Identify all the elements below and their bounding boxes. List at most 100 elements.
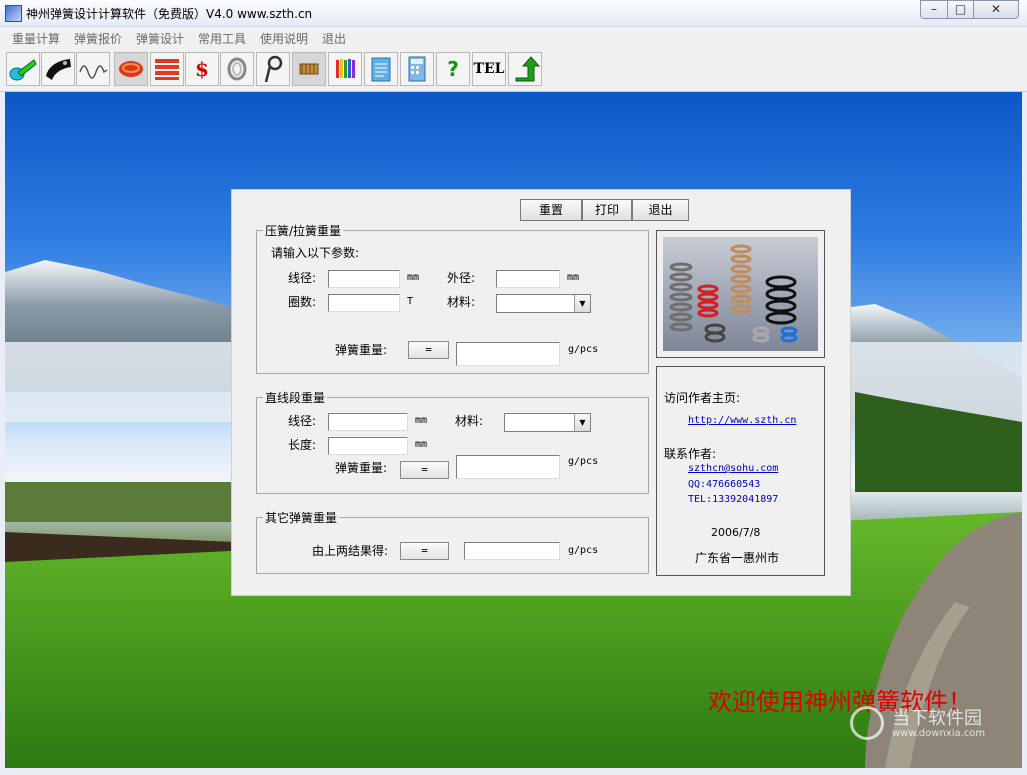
length-unit: mm xyxy=(415,439,428,450)
wire-diameter-input[interactable] xyxy=(328,270,400,288)
spring-weight-unit-2: g/pcs xyxy=(568,456,599,467)
material-label-2: 材料: xyxy=(455,414,484,428)
red-stack-button[interactable] xyxy=(150,52,184,86)
red-stack-icon xyxy=(155,59,179,80)
watermark-brand: 当下软件园 xyxy=(892,708,982,729)
group1-legend: 压簧/拉簧重量 xyxy=(265,224,342,238)
exit-dialog-button[interactable]: 退出 xyxy=(632,199,689,221)
weight-calc-panel: 重置 打印 退出 压簧/拉簧重量 请输入以下参数: 线径: mm 外径: mm … xyxy=(231,189,851,596)
compression-spring-button[interactable] xyxy=(6,52,40,86)
exit-button[interactable] xyxy=(508,52,542,86)
spring-weight-label: 弹簧重量: xyxy=(335,343,388,357)
minimize-button[interactable]: – xyxy=(920,0,948,19)
menu-exit[interactable]: 退出 xyxy=(322,30,346,47)
spring-settings-icon xyxy=(299,63,319,75)
group3-legend: 其它弹簧重量 xyxy=(265,511,338,525)
homepage-label: 访问作者主页: xyxy=(664,391,741,405)
wire-button[interactable] xyxy=(220,52,254,86)
maximize-button[interactable]: □ xyxy=(947,0,974,19)
watermark-url: www.downxia.com xyxy=(892,728,986,739)
red-coil-button[interactable] xyxy=(114,52,148,86)
chevron-down-icon: ▼ xyxy=(574,295,590,312)
calculator-icon xyxy=(408,56,426,82)
calc-total-button[interactable]: = xyxy=(400,542,449,560)
combined-result-label: 由上两结果得: xyxy=(312,544,389,558)
menu-weight-calc[interactable]: 重量计算 xyxy=(12,30,60,47)
spring-settings-button[interactable] xyxy=(292,52,326,86)
torsion-spring-icon xyxy=(264,55,283,83)
reset-button[interactable]: 重置 xyxy=(520,199,582,221)
material-select[interactable]: ▼ xyxy=(496,294,591,313)
wire-diameter-unit-2: mm xyxy=(415,415,428,426)
torsion-spring-button[interactable] xyxy=(256,52,290,86)
calc-weight-button[interactable]: = xyxy=(408,341,449,359)
springs-photo xyxy=(663,237,818,351)
material-select-2[interactable]: ▼ xyxy=(504,413,591,432)
coils-unit: T xyxy=(407,296,414,307)
close-button[interactable]: ✕ xyxy=(973,0,1019,19)
coils-label: 圈数: xyxy=(288,295,317,309)
help-icon: ? xyxy=(447,57,459,81)
help-button[interactable]: ? xyxy=(436,52,470,86)
contact-label: 联系作者: xyxy=(664,447,717,461)
release-date: 2006/7/8 xyxy=(711,526,761,539)
outer-diameter-input[interactable] xyxy=(496,270,560,288)
spring-weight-unit: g/pcs xyxy=(568,344,599,355)
price-button[interactable]: $ xyxy=(185,52,219,86)
outer-diameter-label: 外径: xyxy=(447,271,476,285)
toolbar: $ ? TEL xyxy=(0,47,1027,92)
tel-button[interactable]: TEL xyxy=(472,52,506,86)
notepad-button[interactable] xyxy=(364,52,398,86)
wave-spring-button[interactable] xyxy=(76,52,110,86)
wire-diameter-label-2: 线径: xyxy=(288,414,317,428)
watermark-logo-icon xyxy=(850,706,884,740)
exit-icon xyxy=(515,56,540,82)
springs-photo-frame xyxy=(656,230,825,358)
qq-number: QQ:476660543 xyxy=(688,479,761,490)
pencils-button[interactable] xyxy=(328,52,362,86)
author-info-box: 访问作者主页: http://www.szth.cn 联系作者: szthcn@… xyxy=(656,366,825,576)
menu-bar: 重量计算 弹簧报价 弹簧设计 常用工具 使用说明 退出 xyxy=(0,27,1027,47)
chevron-down-icon: ▼ xyxy=(574,414,590,431)
spring-weight-output-2[interactable] xyxy=(456,455,560,479)
total-weight-output[interactable] xyxy=(464,542,560,560)
springs-illustration xyxy=(669,244,798,343)
menu-common-tools[interactable]: 常用工具 xyxy=(198,30,246,47)
spring-weight-label-2: 弹簧重量: xyxy=(335,461,388,475)
calculator-button[interactable] xyxy=(400,52,434,86)
length-label: 长度: xyxy=(288,438,317,452)
pencils-icon xyxy=(336,59,355,78)
wire-diameter-unit: mm xyxy=(407,272,420,283)
wire-diameter-label: 线径: xyxy=(288,271,317,285)
material-label: 材料: xyxy=(447,295,476,309)
length-input[interactable] xyxy=(328,437,408,455)
menu-help[interactable]: 使用说明 xyxy=(260,30,308,47)
extension-spring-button[interactable] xyxy=(41,52,75,86)
window-title: 神州弹簧设计计算软件（免费版）V4.0 www.szth.cn xyxy=(26,7,313,21)
wire-icon xyxy=(227,57,247,81)
menu-spring-quote[interactable]: 弹簧报价 xyxy=(74,30,122,47)
wave-spring-icon xyxy=(79,65,108,79)
red-coil-icon xyxy=(119,61,143,77)
homepage-link[interactable]: http://www.szth.cn xyxy=(688,415,796,426)
price-icon: $ xyxy=(195,57,209,81)
app-icon xyxy=(5,5,22,22)
spring-weight-output[interactable] xyxy=(456,342,560,366)
notepad-icon xyxy=(371,57,391,82)
email-link[interactable]: szthcn@sohu.com xyxy=(688,463,778,474)
wire-diameter-input-2[interactable] xyxy=(328,413,408,431)
extension-spring-icon xyxy=(46,59,71,80)
calc-weight-button-2[interactable]: = xyxy=(400,461,449,479)
coils-input[interactable] xyxy=(328,294,400,312)
tel-number: TEL:13392041897 xyxy=(688,494,779,505)
title-bar: 神州弹簧设计计算软件（免费版）V4.0 www.szth.cn – □ ✕ xyxy=(0,0,1027,27)
total-weight-unit: g/pcs xyxy=(568,545,599,556)
tel-icon: TEL xyxy=(473,61,505,77)
group2-legend: 直线段重量 xyxy=(265,391,326,405)
input-prompt: 请输入以下参数: xyxy=(271,246,360,260)
outer-diameter-unit: mm xyxy=(567,272,580,283)
compression-spring-icon xyxy=(9,59,37,81)
print-button[interactable]: 打印 xyxy=(582,199,632,221)
location-text: 广东省一惠州市 xyxy=(695,551,780,565)
menu-spring-design[interactable]: 弹簧设计 xyxy=(136,30,184,47)
